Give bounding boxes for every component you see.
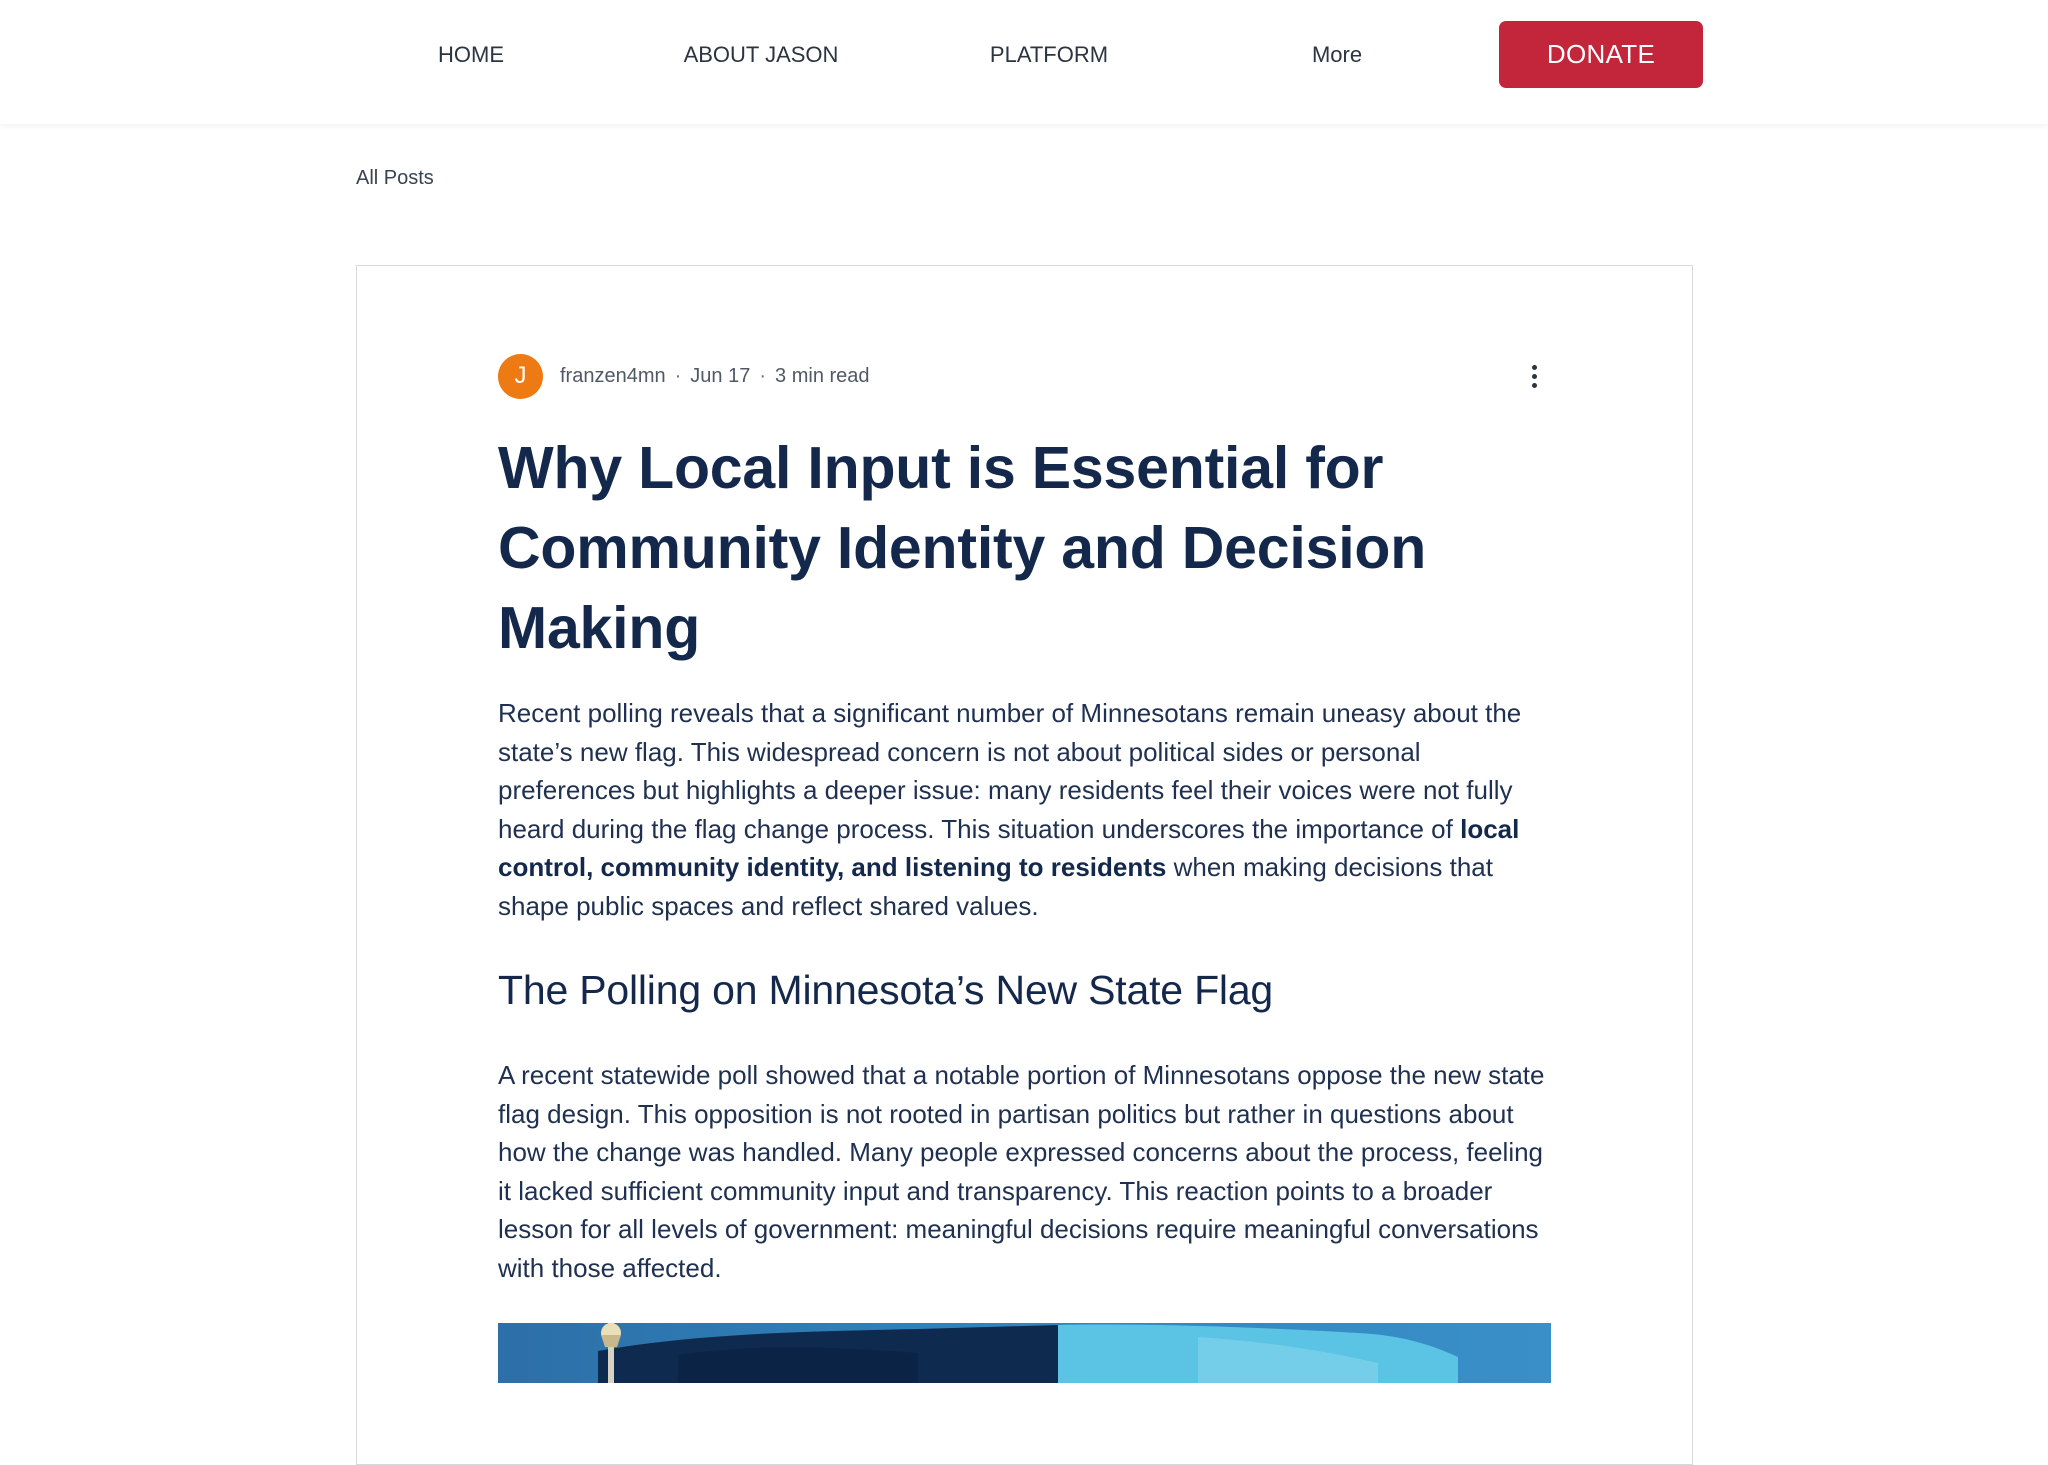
donate-button[interactable]: DONATE bbox=[1499, 21, 1703, 88]
dot bbox=[1531, 364, 1537, 370]
post-meta: J franzen4mn · Jun 17 · 3 min read bbox=[498, 353, 1551, 399]
dot bbox=[1531, 382, 1537, 388]
vertical-dots-icon[interactable] bbox=[1517, 359, 1551, 393]
post-meta-text: franzen4mn · Jun 17 · 3 min read bbox=[560, 365, 870, 388]
dot bbox=[1531, 373, 1537, 379]
nav-about-jason[interactable]: ABOUT JASON bbox=[646, 0, 876, 110]
read-time: 3 min read bbox=[775, 364, 870, 387]
meta-separator: · bbox=[674, 364, 682, 387]
section-heading: The Polling on Minnesota’s New State Fla… bbox=[498, 967, 1274, 1013]
post-title: Why Local Input is Essential for Communi… bbox=[498, 435, 1427, 661]
post-date: Jun 17 bbox=[690, 364, 751, 387]
author-avatar[interactable]: J bbox=[498, 353, 543, 399]
section-paragraph: A recent statewide poll showed that a no… bbox=[498, 1060, 1545, 1283]
nav-home[interactable]: HOME bbox=[356, 0, 586, 110]
post-image bbox=[498, 1323, 1551, 1383]
site-header: HOME ABOUT JASON PLATFORM More DONATE bbox=[0, 0, 2048, 124]
nav-platform[interactable]: PLATFORM bbox=[934, 0, 1164, 110]
intro-paragraph: Recent polling reveals that a significan… bbox=[498, 694, 1551, 925]
post-card: J franzen4mn · Jun 17 · 3 min read Why L… bbox=[356, 265, 1693, 1465]
author-name[interactable]: franzen4mn bbox=[560, 365, 666, 388]
all-posts-link[interactable]: All Posts bbox=[356, 167, 434, 190]
intro-text: Recent polling reveals that a significan… bbox=[498, 698, 1522, 844]
nav-more[interactable]: More bbox=[1222, 0, 1452, 110]
flag-photo-icon bbox=[498, 1323, 1551, 1383]
meta-separator: · bbox=[759, 364, 767, 387]
